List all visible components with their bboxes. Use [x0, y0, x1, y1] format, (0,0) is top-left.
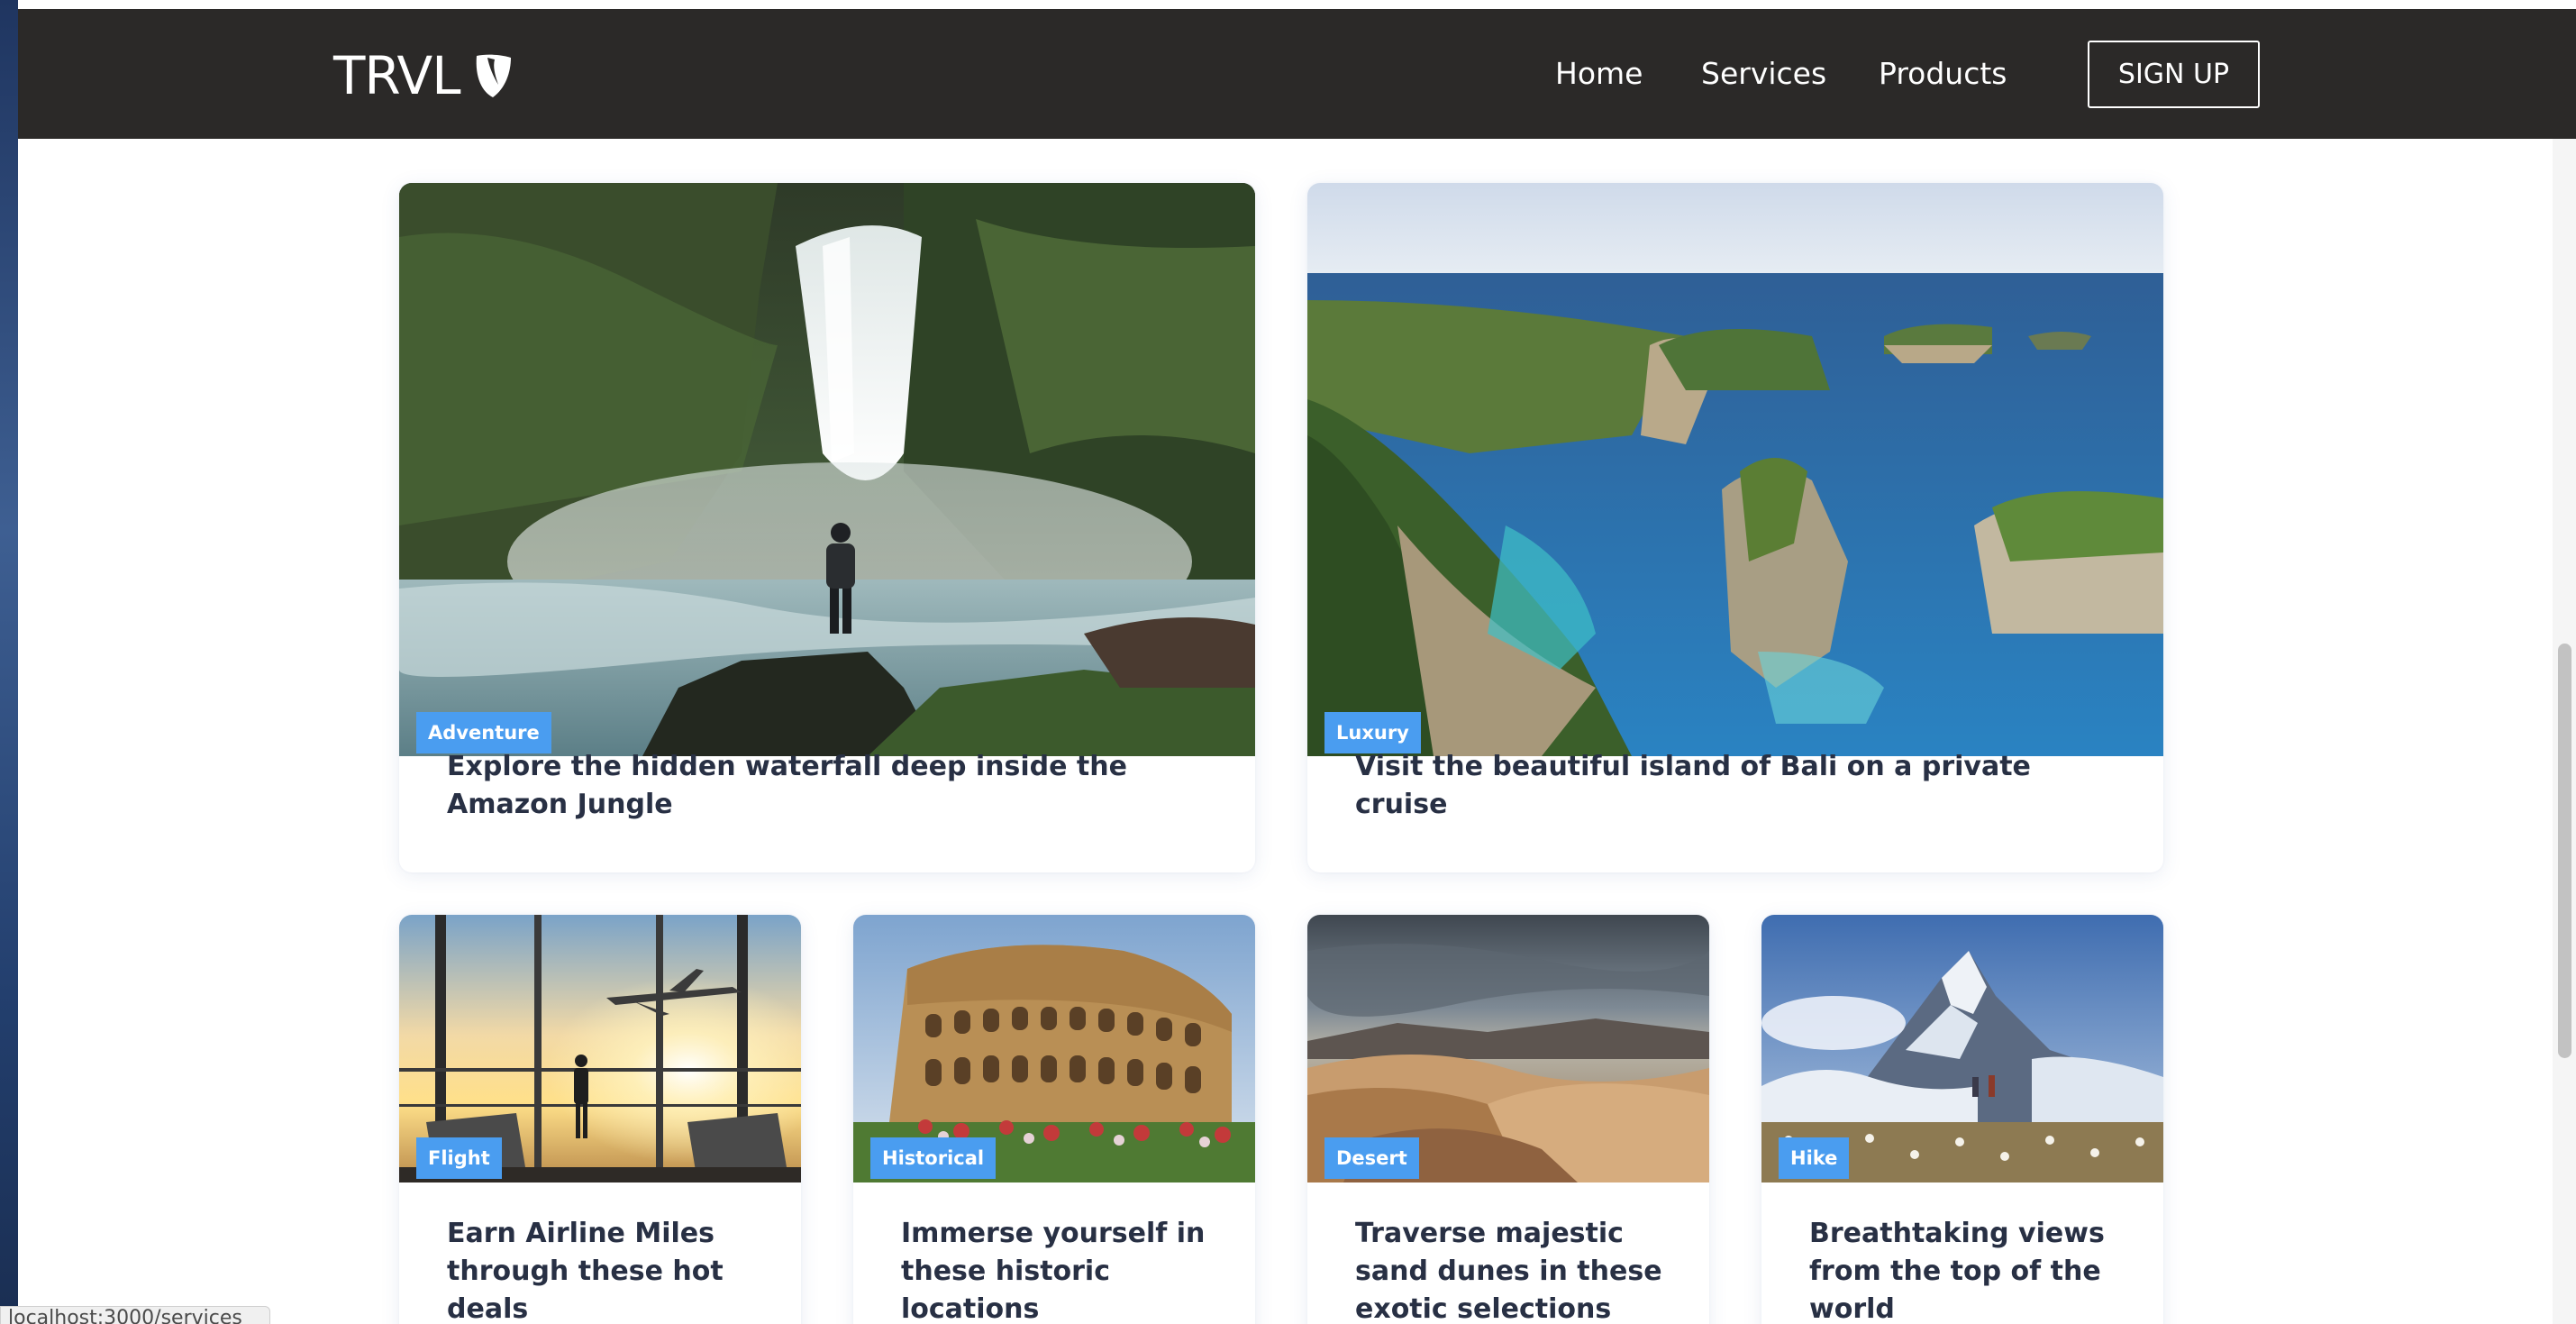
card-luxury[interactable]: Luxury Visit the beautiful island of Bal… [1307, 183, 2163, 872]
sign-up-button[interactable]: SIGN UP [2088, 41, 2260, 108]
navbar: TRVL Home Services Products SIGN UP [18, 9, 2576, 139]
card-adventure[interactable]: Adventure Explore the hidden waterfall d… [399, 183, 1255, 872]
card-title[interactable]: Breathtaking views from the top of the w… [1809, 1215, 2136, 1324]
status-bar-url: localhost:3000/services [0, 1306, 270, 1324]
browser-window: TRVL Home Services Products SIGN UP Adve… [18, 0, 2576, 1324]
card-historical[interactable]: Historical Immerse yourself in these his… [853, 915, 1255, 1324]
card-category-badge: Flight [416, 1137, 502, 1179]
card-title[interactable]: Immerse yourself in these historic locat… [901, 1215, 1228, 1324]
bali-image [1307, 183, 2163, 756]
window-top-edge [18, 0, 2576, 9]
card-title[interactable]: Earn Airline Miles through these hot dea… [447, 1215, 774, 1324]
scrollbar-track[interactable] [2553, 139, 2576, 1324]
nav-services-link[interactable]: Services [1701, 56, 1826, 91]
card-hike[interactable]: Hike Breathtaking views from the top of … [1761, 915, 2163, 1324]
brand-name: TRVL [333, 45, 461, 106]
scrollbar-thumb[interactable] [2558, 644, 2571, 1058]
card-title[interactable]: Explore the hidden waterfall deep inside… [447, 748, 1219, 824]
card-desert[interactable]: Desert Traverse majestic sand dunes in t… [1307, 915, 1709, 1324]
card-category-badge: Desert [1324, 1137, 1419, 1179]
nav-products-link[interactable]: Products [1879, 56, 2007, 91]
desktop-background [0, 0, 18, 1324]
typo3-logo-icon [476, 54, 511, 97]
brand-link[interactable]: TRVL [333, 45, 514, 106]
waterfall-image [399, 183, 1255, 756]
nav-home-link[interactable]: Home [1555, 56, 1643, 91]
card-category-badge: Hike [1779, 1137, 1850, 1179]
card-title[interactable]: Visit the beautiful island of Bali on a … [1355, 748, 2127, 824]
card-flight[interactable]: Flight Earn Airline Miles through these … [399, 915, 801, 1324]
card-category-badge: Historical [870, 1137, 997, 1179]
card-title[interactable]: Traverse majestic sand dunes in these ex… [1355, 1215, 1682, 1324]
